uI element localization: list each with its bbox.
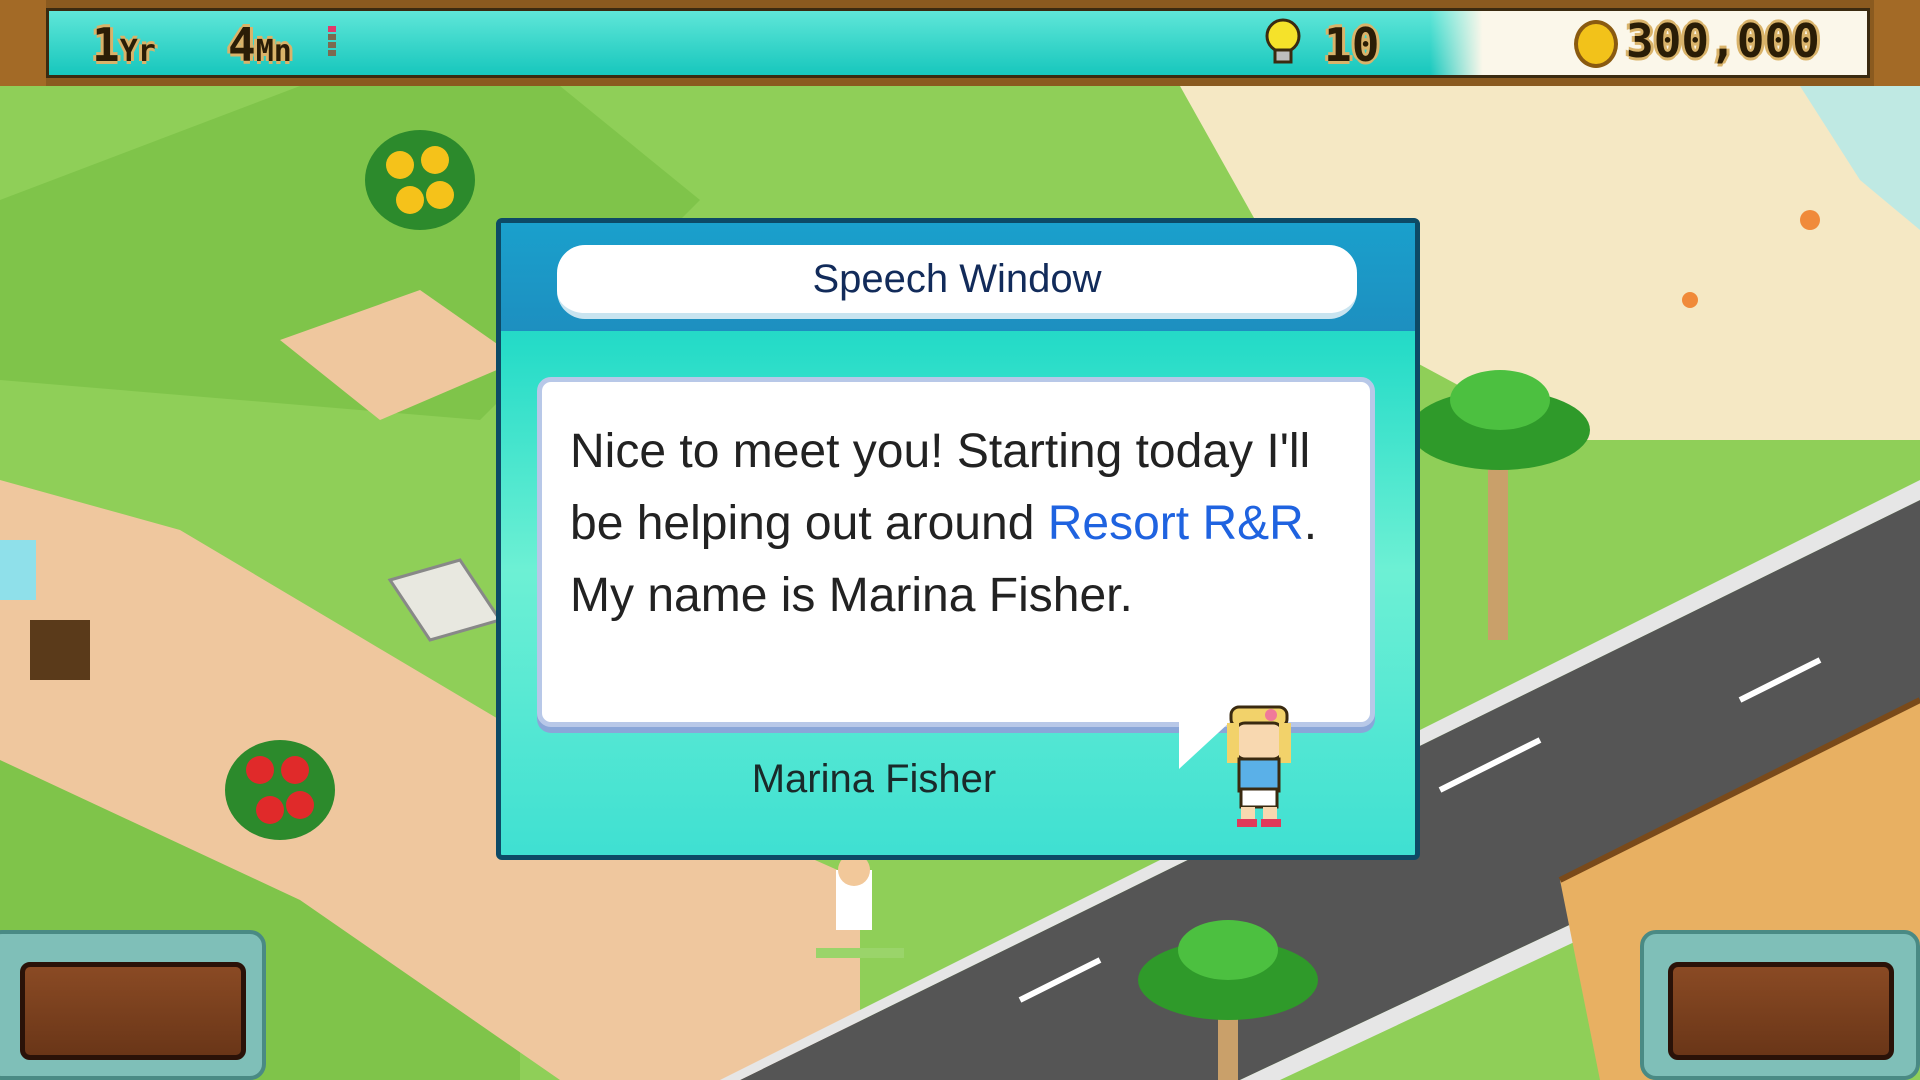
highlighted-term: Resort R&R	[1047, 497, 1304, 550]
marina-portrait	[1227, 705, 1291, 827]
hud-right-ornament	[1874, 0, 1920, 86]
month-value: 4	[228, 18, 256, 72]
hud-left-ornament	[0, 0, 46, 86]
speech-window-header: Speech Window	[501, 223, 1415, 331]
year-display: 1Yr	[92, 22, 156, 68]
flower-bush	[225, 740, 335, 840]
left-button-frame	[0, 930, 266, 1080]
money-amount: 300,000	[1626, 14, 1820, 68]
year-value: 1	[92, 18, 120, 72]
month-unit: Mn	[255, 34, 292, 69]
left-menu-button[interactable]	[20, 962, 246, 1060]
speech-window-title: Speech Window	[557, 245, 1357, 319]
ideas-count: 10	[1324, 18, 1380, 72]
right-button-frame	[1640, 930, 1920, 1080]
speech-bubble: Nice to meet you! Starting today I'll be…	[537, 377, 1375, 727]
month-progress	[328, 26, 336, 66]
speech-window[interactable]: Speech Window Nice to meet you! Starting…	[496, 218, 1420, 860]
month-display: 4Mn	[228, 22, 292, 68]
right-menu-button[interactable]	[1668, 962, 1894, 1060]
coin-icon	[1574, 20, 1618, 68]
year-unit: Yr	[119, 34, 156, 69]
speaker-name: Marina Fisher	[751, 757, 997, 801]
top-status-bar: 1Yr 4Mn 10 300,000	[0, 0, 1920, 86]
month-progress-segment	[328, 34, 336, 40]
month-progress-segment	[328, 26, 336, 32]
flower-bush	[365, 130, 475, 230]
lightbulb-icon	[1265, 18, 1301, 64]
month-progress-segment	[328, 50, 336, 56]
speech-message: Nice to meet you! Starting today I'll be…	[570, 416, 1360, 632]
month-progress-segment	[328, 42, 336, 48]
